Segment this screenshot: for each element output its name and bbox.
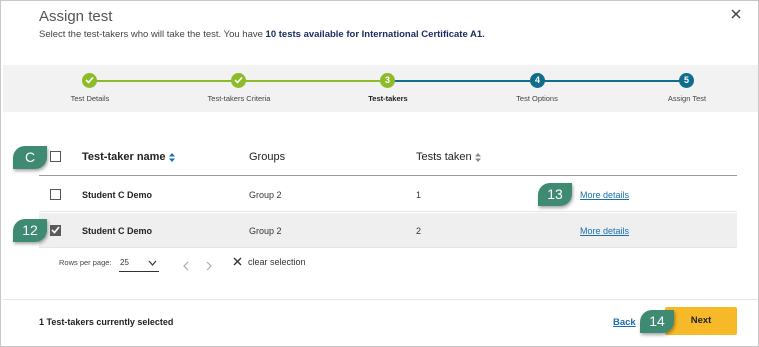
test-taker-group: Group 2 (249, 190, 282, 200)
close-icon[interactable] (729, 7, 743, 21)
rows-per-page-label: Rows per page: (59, 258, 112, 267)
step-label-test-options: Test Options (516, 94, 558, 103)
header-tests-label: Tests taken (416, 151, 472, 163)
table-header: Test-taker name Groups Tests taken (39, 143, 737, 176)
subtitle-bold: 10 tests available for International Cer… (265, 29, 485, 40)
select-all-checkbox[interactable] (50, 151, 61, 162)
table-row: Student C Demo Group 2 2 More details (39, 213, 737, 248)
step-1-check-icon (82, 73, 97, 88)
sort-icon (168, 152, 175, 162)
step-label-test-details: Test Details (70, 94, 110, 103)
header-tests[interactable]: Tests taken (416, 151, 481, 163)
step-label-assign-test: Assign Test (667, 94, 707, 103)
tests-taken: 2 (416, 226, 422, 236)
next-button[interactable]: Next (665, 307, 737, 335)
rows-per-page-select[interactable]: 25 (119, 256, 159, 272)
dialog-subtitle: Select the test-takers who will take the… (39, 29, 485, 40)
sort-icon (474, 152, 481, 162)
step-connector (239, 80, 388, 82)
step-label-criteria: Test-takers Criteria (207, 94, 271, 103)
selected-count: 1 Test-takers currently selected (39, 317, 174, 327)
callout-badge: 13 (538, 183, 572, 206)
test-taker-name: Student C Demo (82, 190, 153, 200)
step-connector (537, 80, 687, 82)
callout-badge: C (13, 146, 47, 169)
step-4-node: 4 (530, 73, 545, 88)
step-connector (388, 80, 537, 82)
test-taker-name: Student C Demo (82, 226, 153, 236)
header-groups: Groups (249, 151, 286, 163)
header-name[interactable]: Test-taker name (82, 151, 175, 163)
more-details-link[interactable]: More details (580, 226, 629, 236)
close-icon (233, 257, 242, 266)
chevron-down-icon (148, 260, 157, 266)
more-details-link[interactable]: More details (580, 190, 629, 200)
header-name-label: Test-taker name (82, 151, 166, 163)
step-label-test-takers: Test-takers (368, 94, 408, 103)
subtitle-text: Select the test-takers who will take the… (39, 29, 266, 40)
step-connector (90, 80, 239, 82)
prev-page-icon[interactable] (182, 258, 190, 271)
callout-badge: 14 (640, 310, 674, 333)
tests-taken: 1 (416, 190, 422, 200)
rows-per-page-value: 25 (120, 258, 129, 267)
footer-divider (3, 299, 758, 300)
step-5-node: 5 (679, 73, 694, 88)
table-row: Student C Demo Group 2 1 More details (39, 177, 737, 212)
back-button[interactable]: Back (613, 317, 636, 328)
checkmark-icon (51, 226, 60, 234)
step-2-check-icon (231, 73, 246, 88)
clear-selection-label: clear selection (248, 257, 306, 267)
row-checkbox[interactable] (50, 225, 61, 236)
next-page-icon[interactable] (205, 258, 213, 271)
progress-stepper: 3 4 5 Test Details Test-takers Criteria … (3, 65, 758, 112)
assign-test-dialog: Assign test Select the test-takers who w… (0, 0, 759, 347)
clear-selection-button[interactable]: clear selection (233, 257, 306, 267)
dialog-title: Assign test (39, 8, 113, 25)
row-checkbox[interactable] (50, 189, 61, 200)
test-taker-group: Group 2 (249, 226, 282, 236)
callout-badge: 12 (13, 219, 47, 242)
step-3-node: 3 (380, 73, 395, 88)
